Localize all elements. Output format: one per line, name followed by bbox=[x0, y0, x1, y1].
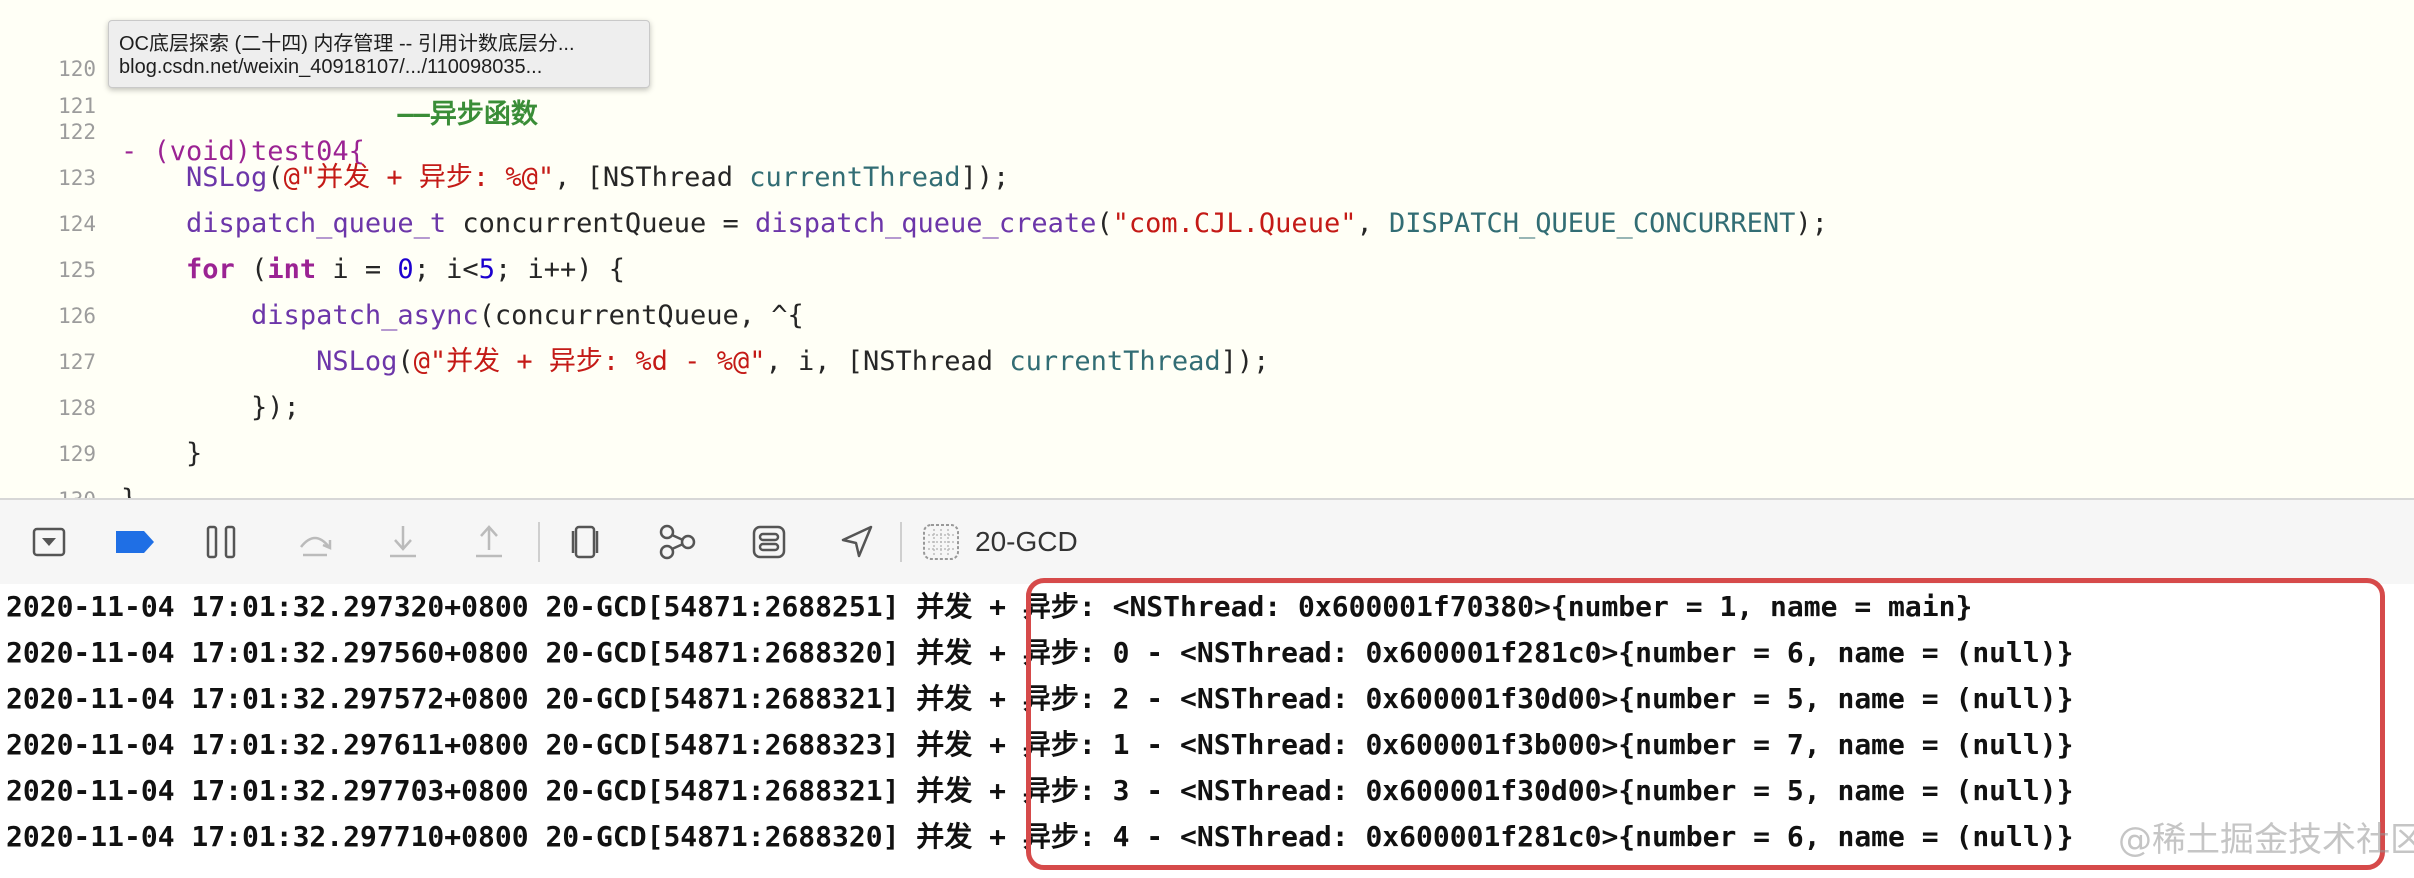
step-over-icon bbox=[300, 536, 332, 557]
code-token: , bbox=[1356, 208, 1389, 239]
code-token: @"并发 + 异步: %@" bbox=[283, 162, 555, 193]
code-token: } bbox=[121, 484, 137, 498]
code-token: int bbox=[267, 254, 317, 285]
code-token: for bbox=[186, 254, 235, 285]
step-out-icon bbox=[476, 525, 502, 558]
code-line: 129 } bbox=[0, 385, 137, 498]
code-token: ); bbox=[1795, 208, 1828, 239]
location-arrow-icon bbox=[841, 525, 873, 558]
line-number: 130 bbox=[0, 477, 96, 498]
code-editor[interactable]: 120 ——异步函数 121 - (void)test04{ 122 NSLog… bbox=[0, 0, 2414, 498]
tooltip-url: blog.csdn.net/weixin_40918107/.../110098… bbox=[119, 56, 543, 78]
code-token: ( bbox=[397, 346, 414, 377]
step-into-button[interactable] bbox=[378, 500, 428, 584]
simulate-location-button[interactable] bbox=[832, 500, 882, 584]
code-text: for (int i = 0; i<5; i++) { bbox=[121, 247, 625, 293]
code-token: i = bbox=[316, 254, 398, 285]
code-token: 5 bbox=[478, 254, 495, 285]
step-into-icon bbox=[390, 526, 416, 558]
code-token: ; i< bbox=[413, 254, 479, 285]
code-token: currentThread bbox=[1009, 346, 1221, 377]
debug-toolbar: 20-GCD bbox=[0, 498, 2414, 586]
code-line: 122 NSLog(@"并发 + 异步: %@", [NSThread curr… bbox=[0, 63, 1009, 193]
target-grid-icon bbox=[923, 524, 959, 560]
code-token: dispatch_async bbox=[251, 300, 479, 331]
code-token: } bbox=[121, 438, 203, 469]
pause-button[interactable] bbox=[197, 500, 247, 584]
code-text: } bbox=[121, 477, 137, 498]
code-line: 130 bbox=[0, 431, 96, 498]
memory-graph-button[interactable] bbox=[652, 500, 702, 584]
code-token: dispatch_queue_create bbox=[754, 208, 1097, 239]
code-token: , [NSThread bbox=[554, 162, 750, 193]
code-token: "com.CJL.Queue" bbox=[1112, 208, 1357, 239]
code-line: 128 } bbox=[0, 339, 202, 469]
code-token: ( bbox=[1096, 208, 1113, 239]
code-token: NSLog bbox=[316, 346, 398, 377]
code-token: 0 bbox=[397, 254, 414, 285]
code-token: ——异步函数 bbox=[121, 99, 538, 130]
code-token: concurrentQueue = bbox=[446, 208, 755, 239]
code-token: DISPATCH_QUEUE_CONCURRENT bbox=[1388, 208, 1796, 239]
code-line: 124 for (int i = 0; i<5; i++) { bbox=[0, 155, 625, 285]
environment-overrides-icon bbox=[752, 525, 786, 559]
toolbar-separator bbox=[538, 522, 540, 562]
code-line: 126 NSLog(@"并发 + 异步: %d - %@", i, [NSThr… bbox=[0, 247, 1269, 377]
code-token: (concurrentQueue, ^{ bbox=[478, 300, 804, 331]
code-token: }); bbox=[121, 392, 300, 423]
link-tooltip: OC底层探索 (二十四) 内存管理 -- 引用计数底层分... blog.csd… bbox=[108, 20, 650, 88]
code-token: NSLog bbox=[186, 162, 268, 193]
view-hierarchy-icon bbox=[571, 525, 599, 559]
environment-overrides-button[interactable] bbox=[744, 500, 794, 584]
code-token: dispatch_queue_t bbox=[186, 208, 447, 239]
code-token: @"并发 + 异步: %d - %@" bbox=[413, 346, 766, 377]
pause-icon bbox=[206, 525, 236, 559]
memory-graph-icon bbox=[659, 524, 696, 560]
toolbar-separator bbox=[900, 522, 902, 562]
tooltip-title: OC底层探索 (二十四) 内存管理 -- 引用计数底层分... bbox=[119, 33, 575, 55]
code-token: ; i++) { bbox=[494, 254, 625, 285]
watermark: @稀土掘金技术社区 bbox=[2118, 820, 2414, 860]
view-hierarchy-button[interactable] bbox=[560, 500, 610, 584]
step-over-button[interactable] bbox=[290, 500, 340, 584]
code-token: currentThread bbox=[749, 162, 961, 193]
breakpoint-icon bbox=[116, 531, 154, 553]
code-line: 127 }); bbox=[0, 293, 300, 423]
code-token: ]); bbox=[960, 162, 1010, 193]
code-text: NSLog(@"并发 + 异步: %d - %@", i, [NSThread … bbox=[121, 339, 1269, 385]
code-text: }); bbox=[121, 385, 300, 431]
target-selector[interactable] bbox=[916, 500, 966, 584]
step-out-button[interactable] bbox=[464, 500, 514, 584]
breakpoints-toggle-button[interactable] bbox=[110, 500, 160, 584]
code-text: NSLog(@"并发 + 异步: %@", [NSThread currentT… bbox=[121, 155, 1009, 201]
code-token: ( bbox=[234, 254, 268, 285]
code-line: 123 dispatch_queue_t concurrentQueue = d… bbox=[0, 109, 1828, 239]
target-name[interactable]: 20-GCD bbox=[975, 500, 1078, 584]
code-token: ]); bbox=[1220, 346, 1270, 377]
code-line: 125 dispatch_async(concurrentQueue, ^{ bbox=[0, 201, 804, 331]
code-token: , i, [NSThread bbox=[765, 346, 1010, 377]
panel-down-icon bbox=[32, 527, 66, 557]
hide-debug-area-button[interactable] bbox=[24, 500, 74, 584]
code-text: dispatch_async(concurrentQueue, ^{ bbox=[121, 293, 804, 339]
code-text: dispatch_queue_t concurrentQueue = dispa… bbox=[121, 201, 1828, 247]
code-token: ( bbox=[267, 162, 284, 193]
code-text: } bbox=[121, 431, 202, 477]
